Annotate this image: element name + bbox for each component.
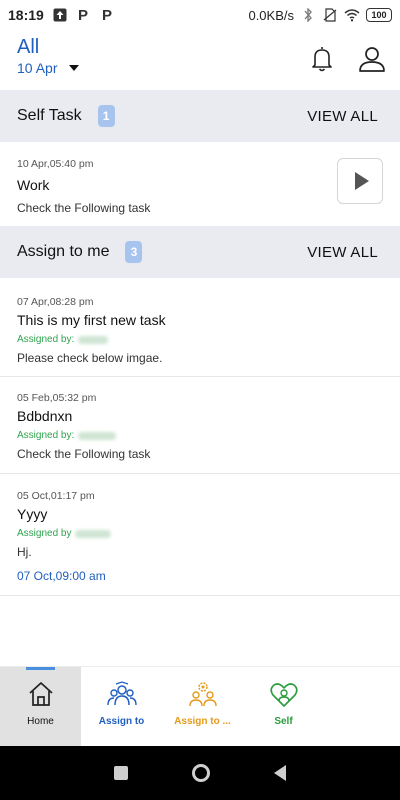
gear-people-icon: [188, 681, 218, 710]
recents-button[interactable]: [114, 766, 128, 780]
divider: [0, 473, 400, 474]
self-task-title: Self Task: [17, 107, 82, 124]
self-task-count-badge: 1: [97, 105, 115, 127]
assign-to-me-count-badge: 3: [125, 241, 143, 263]
home-icon: [27, 681, 55, 710]
assigned-by: Assigned by:: [17, 430, 400, 441]
parking-icon: P: [100, 7, 116, 23]
back-button[interactable]: [274, 765, 286, 781]
assigned-by-label: Assigned by:: [17, 430, 75, 441]
app-header: All 10 Apr: [0, 30, 400, 90]
nav-assign-to-me-label: Assign to ...: [174, 716, 231, 727]
assign-to-me-title: Assign to me: [17, 243, 110, 260]
battery-icon: 100: [366, 8, 392, 22]
system-nav-bar: [0, 746, 400, 800]
user-icon[interactable]: [358, 44, 386, 74]
redacted-name: [78, 335, 109, 344]
bottom-navigation: Home Assign to Assign to ... Self: [0, 666, 400, 747]
nav-home-label: Home: [27, 716, 54, 727]
task-time: 07 Apr,08:28 pm: [17, 296, 94, 308]
assigned-by-label: Assigned by: [17, 528, 72, 539]
nav-assign-to-me[interactable]: Assign to ...: [162, 667, 243, 747]
nav-home[interactable]: Home: [0, 667, 81, 747]
team-icon: [106, 681, 137, 710]
self-task-view-all-button[interactable]: VIEW ALL: [307, 108, 378, 125]
status-time: 18:19: [8, 7, 44, 23]
list-item[interactable]: 05 Feb,05:32 pm Bdbdnxn Assigned by: Che…: [0, 392, 400, 461]
list-item[interactable]: 05 Oct,01:17 pm Yyyy Assigned by Hj. 07 …: [0, 490, 400, 583]
home-button[interactable]: [192, 764, 210, 782]
task-time: 05 Oct,01:17 pm: [17, 490, 95, 502]
battery-level: 100: [371, 10, 387, 20]
assigned-by-label: Assigned by:: [17, 334, 75, 345]
screen: 18:19 P P 0.0KB/s 100 All 10 Apr Self Ta…: [0, 0, 400, 800]
assign-to-me-header: Assign to me 3 VIEW ALL: [0, 226, 400, 278]
parking-icon: P: [76, 7, 92, 23]
filter-title[interactable]: All: [17, 36, 39, 59]
task-name: Yyyy: [17, 506, 48, 522]
wifi-icon: [344, 7, 360, 23]
bell-icon[interactable]: [308, 44, 336, 74]
nav-assign-to[interactable]: Assign to: [81, 667, 162, 747]
list-item[interactable]: 07 Apr,08:28 pm This is my first new tas…: [0, 296, 400, 365]
task-name: This is my first new task: [17, 312, 166, 328]
network-speed: 0.0KB/s: [248, 7, 294, 23]
svg-text:P: P: [78, 7, 88, 23]
nav-assign-to-label: Assign to: [98, 716, 145, 727]
play-icon: [355, 172, 369, 190]
nav-self-label: Self: [274, 716, 293, 727]
self-task-header: Self Task 1 VIEW ALL: [0, 90, 400, 142]
task-description: Please check below imgae.: [17, 351, 163, 365]
person-heart-icon: [269, 681, 298, 710]
redacted-name: [75, 529, 112, 538]
bluetooth-icon: [300, 7, 316, 23]
task-due-date: 07 Oct,09:00 am: [17, 569, 106, 583]
upload-icon: [52, 7, 68, 23]
no-sim-icon: [322, 7, 338, 23]
task-time: 05 Feb,05:32 pm: [17, 392, 97, 404]
date-label: 10 Apr: [17, 60, 58, 76]
start-task-button[interactable]: [337, 158, 383, 204]
task-description: Hj.: [17, 545, 32, 559]
assigned-by: Assigned by:: [17, 334, 400, 345]
redacted-name: [78, 431, 117, 440]
divider: [0, 595, 400, 596]
caret-down-icon: [69, 65, 80, 71]
task-description: Check the Following task: [17, 447, 151, 461]
status-bar: 18:19 P P 0.0KB/s 100: [0, 0, 400, 30]
task-name: Bdbdnxn: [17, 408, 73, 424]
svg-text:P: P: [102, 7, 112, 23]
divider: [0, 376, 400, 377]
nav-self[interactable]: Self: [243, 667, 324, 747]
assign-to-me-view-all-button[interactable]: VIEW ALL: [307, 244, 378, 261]
date-selector[interactable]: 10 Apr: [17, 60, 80, 76]
assigned-by: Assigned by: [17, 528, 400, 539]
